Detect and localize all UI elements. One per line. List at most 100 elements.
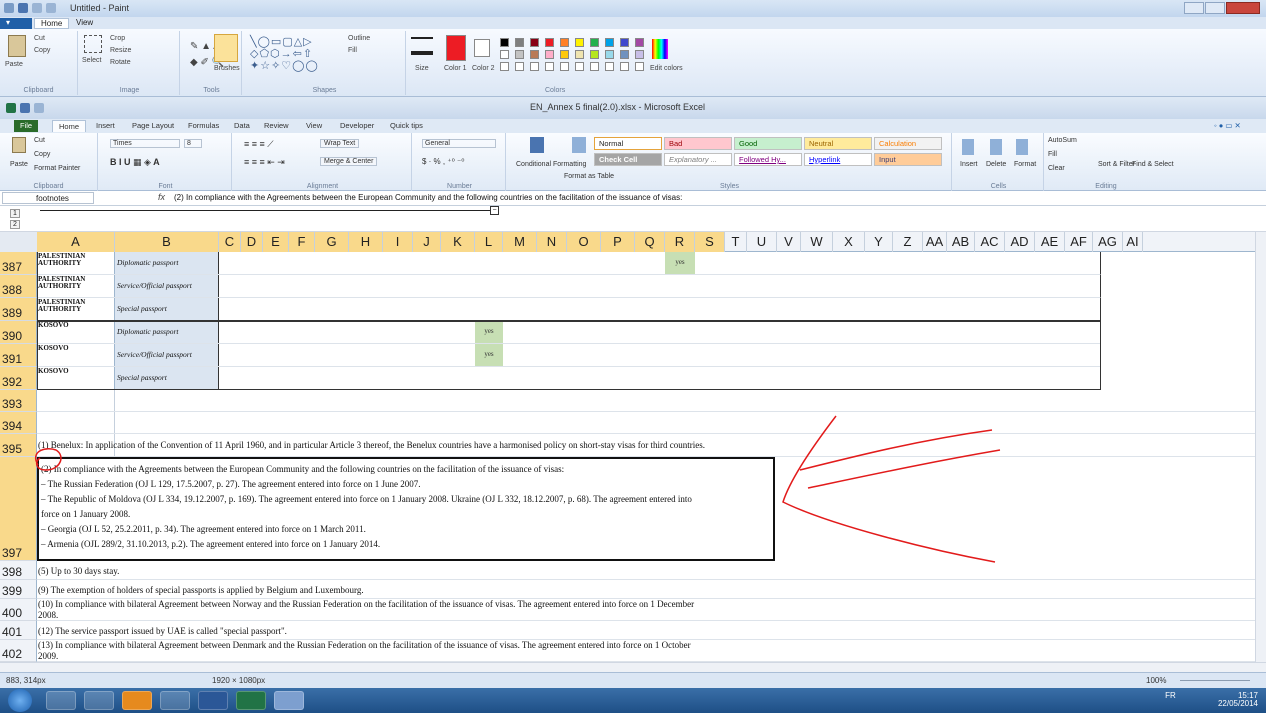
style-good[interactable]: Good xyxy=(734,137,802,150)
find-select-button[interactable]: Find & Select xyxy=(1132,161,1174,168)
column-header[interactable]: M xyxy=(503,232,537,252)
column-header[interactable]: V xyxy=(777,232,801,252)
copy-button[interactable]: Copy xyxy=(34,47,50,54)
style-followed-hyperlink[interactable]: Followed Hy... xyxy=(734,153,802,166)
outlook-icon[interactable] xyxy=(122,691,152,710)
column-header[interactable]: H xyxy=(349,232,383,252)
tab-page-layout[interactable]: Page Layout xyxy=(126,120,180,132)
horizontal-scrollbar[interactable] xyxy=(0,662,1266,672)
bold-italic-underline-icon[interactable]: B I U ▦ ◈ A xyxy=(110,157,160,168)
row-header[interactable]: 387 xyxy=(0,252,37,275)
tab-formulas[interactable]: Formulas xyxy=(182,120,225,132)
delete-button[interactable]: Delete xyxy=(986,161,1006,168)
row-header[interactable]: 394 xyxy=(0,412,37,434)
column-header[interactable]: AA xyxy=(923,232,947,252)
column-header[interactable]: AG xyxy=(1093,232,1123,252)
rotate-button[interactable]: Rotate xyxy=(110,59,131,66)
column-header[interactable]: Q xyxy=(635,232,665,252)
palette-swatch[interactable] xyxy=(500,38,509,47)
wrap-text-button[interactable]: Wrap Text xyxy=(320,139,360,148)
select-button[interactable]: Select xyxy=(82,57,101,64)
brushes-button[interactable]: Brushes xyxy=(214,65,240,72)
empty-cell[interactable] xyxy=(37,412,115,433)
name-box[interactable]: footnotes xyxy=(2,192,94,204)
format-button[interactable]: Format xyxy=(1014,161,1036,168)
tab-data[interactable]: Data xyxy=(228,120,256,132)
row-header[interactable]: 401 xyxy=(0,621,37,640)
tab-quick-tips[interactable]: Quick tips xyxy=(384,120,429,132)
palette-empty-swatch[interactable] xyxy=(620,62,629,71)
column-header[interactable]: C xyxy=(219,232,241,252)
palette-empty-swatch[interactable] xyxy=(515,62,524,71)
palette-empty-swatch[interactable] xyxy=(560,62,569,71)
column-header[interactable]: P xyxy=(601,232,635,252)
column-header[interactable]: AE xyxy=(1035,232,1065,252)
palette-empty-swatch[interactable] xyxy=(500,62,509,71)
row-header[interactable]: 398 xyxy=(0,561,37,580)
row-header[interactable]: 395 xyxy=(0,434,37,457)
font-size-select[interactable]: 8 xyxy=(184,139,202,148)
column-header[interactable]: N xyxy=(537,232,567,252)
formula-input[interactable]: (2) In compliance with the Agreements be… xyxy=(174,193,682,202)
color1-swatch[interactable] xyxy=(446,35,466,61)
column-header[interactable]: K xyxy=(441,232,475,252)
column-header[interactable]: R xyxy=(665,232,695,252)
palette-swatch[interactable] xyxy=(560,50,569,59)
style-check-cell[interactable]: Check Cell xyxy=(594,153,662,166)
undo-icon[interactable] xyxy=(32,3,42,13)
paint-app-icon[interactable] xyxy=(4,3,14,13)
row-header[interactable]: 389 xyxy=(0,298,37,321)
explorer-icon[interactable] xyxy=(84,691,114,710)
color2-button[interactable]: Color 2 xyxy=(472,65,495,72)
format-as-table-icon[interactable] xyxy=(572,137,586,153)
start-button[interactable] xyxy=(8,689,32,712)
fill-button[interactable]: Fill xyxy=(348,47,357,54)
size-icon[interactable] xyxy=(411,37,433,55)
row-header[interactable]: 393 xyxy=(0,390,37,412)
format-painter-button[interactable]: Format Painter xyxy=(34,165,80,172)
outline-button[interactable]: Outline xyxy=(348,35,370,42)
language-indicator[interactable]: FR xyxy=(1165,691,1176,700)
row-header[interactable]: 388 xyxy=(0,275,37,298)
column-header[interactable]: Z xyxy=(893,232,923,252)
palette-empty-swatch[interactable] xyxy=(530,62,539,71)
zoom-slider[interactable] xyxy=(1180,680,1250,681)
column-header[interactable]: AD xyxy=(1005,232,1035,252)
word-icon[interactable] xyxy=(198,691,228,710)
style-explanatory[interactable]: Explanatory ... xyxy=(664,153,732,166)
tab-developer[interactable]: Developer xyxy=(334,120,380,132)
paint-tab-home[interactable]: Home xyxy=(34,18,70,29)
conditional-formatting-button[interactable]: Conditional Formatting xyxy=(516,161,586,168)
palette-swatch[interactable] xyxy=(545,50,554,59)
paste-icon[interactable] xyxy=(8,35,26,57)
column-header[interactable]: B xyxy=(115,232,219,252)
column-header[interactable]: AI xyxy=(1123,232,1143,252)
select-icon[interactable] xyxy=(84,35,102,53)
palette-swatch[interactable] xyxy=(635,50,644,59)
column-header[interactable]: AB xyxy=(947,232,975,252)
delete-cells-icon[interactable] xyxy=(990,139,1002,155)
excel-undo-icon[interactable] xyxy=(34,103,44,113)
cut-button[interactable]: Cut xyxy=(34,35,45,42)
style-neutral[interactable]: Neutral xyxy=(804,137,872,150)
column-header[interactable]: X xyxy=(833,232,865,252)
paint-tab-view[interactable]: View xyxy=(70,18,99,29)
row-header[interactable]: 392 xyxy=(0,367,37,390)
column-header[interactable]: G xyxy=(315,232,349,252)
paint-taskbar-icon[interactable] xyxy=(274,691,304,710)
palette-swatch[interactable] xyxy=(530,50,539,59)
footnote-2-block[interactable]: (2) In compliance with the Agreements be… xyxy=(37,457,775,561)
palette-swatch[interactable] xyxy=(545,38,554,47)
desktop-icon[interactable] xyxy=(46,691,76,710)
tab-view[interactable]: View xyxy=(300,120,328,132)
close-button[interactable] xyxy=(1226,2,1260,14)
column-header[interactable]: J xyxy=(413,232,441,252)
maximize-button[interactable] xyxy=(1205,2,1225,14)
palette-empty-swatch[interactable] xyxy=(605,62,614,71)
resize-button[interactable]: Resize xyxy=(110,47,131,54)
column-header[interactable]: F xyxy=(289,232,315,252)
column-header[interactable]: S xyxy=(695,232,725,252)
redo-icon[interactable] xyxy=(46,3,56,13)
palette-swatch[interactable] xyxy=(635,38,644,47)
edit-colors-button[interactable]: Edit colors xyxy=(650,65,683,72)
